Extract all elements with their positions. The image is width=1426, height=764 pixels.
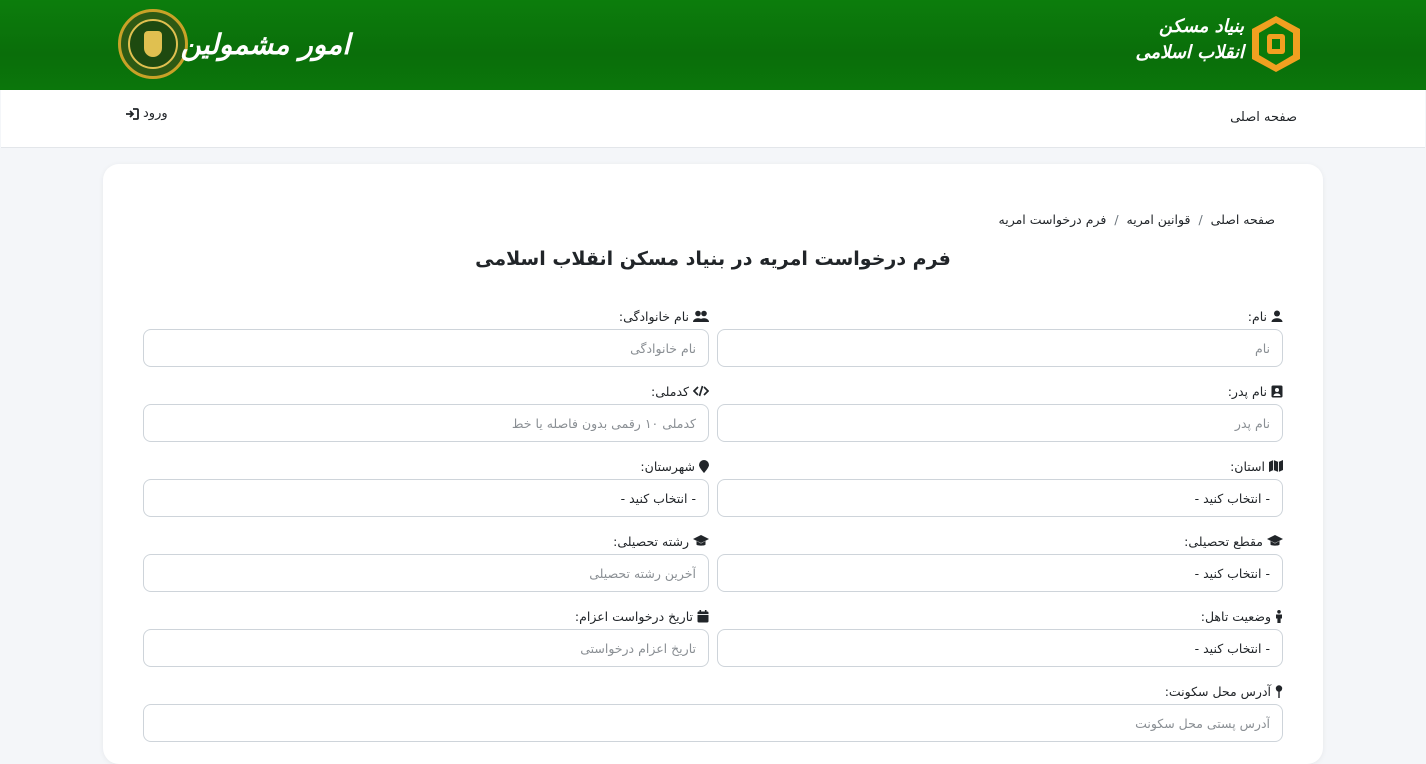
education-level-label: مقطع تحصیلی: (1184, 533, 1263, 549)
father-name-input[interactable] (730, 415, 1270, 431)
marital-status-select[interactable]: - انتخاب کنید - (717, 629, 1283, 667)
calendar-icon (697, 609, 709, 622)
police-emblem-icon (118, 9, 188, 79)
map-marker-icon (699, 459, 709, 473)
last-name-label: نام خانوادگی: (618, 308, 689, 324)
education-level-field: مقطع تحصیلی: - انتخاب کنید - (717, 531, 1283, 592)
graduation-cap-icon (693, 535, 709, 546)
nav-login-label: ورود (143, 106, 168, 121)
form-title: فرم درخواست امریه در بنیاد مسکن انقلاب ا… (475, 248, 951, 270)
education-level-select[interactable]: - انتخاب کنید - (717, 554, 1283, 592)
first-name-input[interactable] (730, 340, 1270, 356)
dispatch-date-input[interactable] (156, 640, 696, 656)
dispatch-date-field: تاریخ درخواست اعزام: (143, 606, 709, 667)
city-field: شهرستان: - انتخاب کنید - (143, 456, 709, 517)
nav-home-link[interactable]: صفحه اصلی (1230, 110, 1297, 125)
province-label: استان: (1230, 458, 1265, 474)
id-card-icon (1271, 385, 1283, 397)
last-name-field: نام خانوادگی: (143, 306, 709, 367)
breadcrumb-current: فرم درخواست امریه (998, 212, 1107, 227)
breadcrumb-rules[interactable]: قوانین امریه (1127, 212, 1191, 227)
first-name-label: نام: (1247, 308, 1267, 324)
father-name-field: نام پدر: (717, 381, 1283, 442)
navbar: صفحه اصلی ورود (1, 90, 1425, 148)
father-name-label: نام پدر: (1227, 383, 1267, 399)
marital-status-field: وضعیت تاهل: - انتخاب کنید - (717, 606, 1283, 667)
marital-status-label: وضعیت تاهل: (1200, 608, 1271, 624)
nav-login-link[interactable]: ورود (125, 106, 168, 121)
city-select[interactable]: - انتخاب کنید - (143, 479, 709, 517)
address-field: آدرس محل سکونت: (143, 681, 1283, 742)
site-header: امور مشمولین بنیاد مسکن انقلاب اسلامی (0, 0, 1426, 90)
map-pin-icon (1275, 684, 1283, 698)
breadcrumb-separator: / (1198, 212, 1203, 227)
sign-in-icon (126, 107, 139, 120)
education-field-input[interactable] (156, 565, 696, 581)
form-card: صفحه اصلی / قوانین امریه / فرم درخواست ا… (103, 164, 1323, 764)
user-icon (1271, 310, 1283, 322)
national-code-label: کدملی: (651, 383, 689, 399)
address-input[interactable] (156, 715, 1270, 731)
national-code-field: کدملی: (143, 381, 709, 442)
address-label: آدرس محل سکونت: (1164, 683, 1271, 699)
first-name-field: نام: (717, 306, 1283, 367)
province-select[interactable]: - انتخاب کنید - (717, 479, 1283, 517)
last-name-input[interactable] (156, 340, 696, 356)
city-label: شهرستان: (640, 458, 695, 474)
breadcrumb-separator: / (1114, 212, 1119, 227)
dispatch-date-label: تاریخ درخواست اعزام: (574, 608, 693, 624)
province-field: استان: - انتخاب کنید - (717, 456, 1283, 517)
person-icon (1276, 609, 1282, 623)
breadcrumb-home[interactable]: صفحه اصلی (1211, 212, 1275, 227)
national-code-input[interactable] (156, 415, 696, 431)
education-field-field: رشته تحصیلی: (143, 531, 709, 592)
header-title: امور مشمولین (180, 28, 350, 61)
map-icon (1269, 460, 1283, 472)
brand-text: بنیاد مسکن انقلاب اسلامی (1135, 16, 1244, 63)
housing-foundation-logo-icon (1252, 16, 1300, 72)
education-field-label: رشته تحصیلی: (613, 533, 689, 549)
users-icon (693, 310, 709, 322)
breadcrumb: صفحه اصلی / قوانین امریه / فرم درخواست ا… (999, 212, 1275, 227)
code-icon (693, 385, 709, 397)
graduation-cap-icon (1267, 535, 1283, 546)
